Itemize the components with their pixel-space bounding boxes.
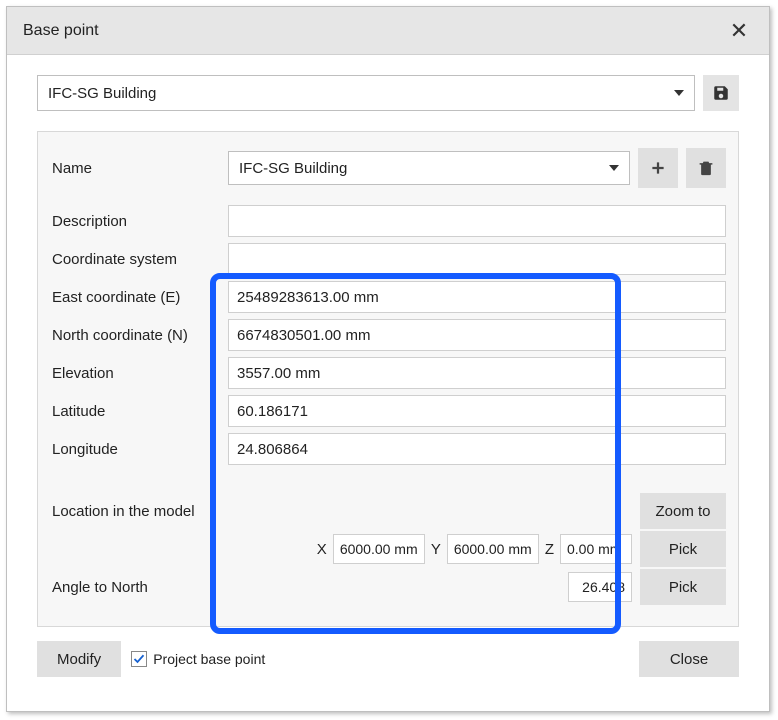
save-button[interactable] [703, 75, 739, 111]
x-label: X [317, 541, 327, 558]
save-icon [712, 84, 730, 102]
longitude-label: Longitude [50, 441, 220, 458]
longitude-input[interactable]: 24.806864 [228, 433, 726, 465]
name-select[interactable]: IFC-SG Building [228, 151, 630, 185]
form-panel: Name IFC-SG Building Description Coordin… [37, 131, 739, 627]
location-label: Location in the model [50, 503, 220, 520]
modify-button[interactable]: Modify [37, 641, 121, 677]
window-title: Base point [23, 22, 99, 40]
checkbox-label: Project base point [153, 651, 265, 667]
z-label: Z [545, 541, 554, 558]
north-label: North coordinate (N) [50, 327, 220, 344]
preset-select[interactable]: IFC-SG Building [37, 75, 695, 111]
latitude-input[interactable]: 60.186171 [228, 395, 726, 427]
z-input[interactable]: 0.00 mm [560, 534, 632, 564]
chevron-down-icon [674, 90, 684, 96]
plus-icon [649, 159, 667, 177]
name-select-value: IFC-SG Building [239, 160, 347, 177]
pick-location-button[interactable]: Pick [640, 531, 726, 567]
chevron-down-icon [609, 165, 619, 171]
x-input[interactable]: 6000.00 mm [333, 534, 425, 564]
north-input[interactable]: 6674830501.00 mm [228, 319, 726, 351]
description-input[interactable] [228, 205, 726, 237]
delete-button[interactable] [686, 148, 726, 188]
add-button[interactable] [638, 148, 678, 188]
coord-system-input[interactable] [228, 243, 726, 275]
name-label: Name [50, 160, 220, 177]
pick-angle-button[interactable]: Pick [640, 569, 726, 605]
trash-icon [697, 159, 715, 177]
zoom-to-button[interactable]: Zoom to [640, 493, 726, 529]
dialog-buttons: Modify Project base point Close [7, 627, 769, 691]
elevation-label: Elevation [50, 365, 220, 382]
preset-row: IFC-SG Building [7, 55, 769, 121]
xyz-row: X 6000.00 mm Y 6000.00 mm Z 0.00 mm [228, 534, 632, 564]
description-label: Description [50, 213, 220, 230]
elevation-input[interactable]: 3557.00 mm [228, 357, 726, 389]
angle-input[interactable]: 26.408 [568, 572, 632, 602]
preset-select-value: IFC-SG Building [48, 85, 156, 102]
coord-system-label: Coordinate system [50, 251, 220, 268]
east-label: East coordinate (E) [50, 289, 220, 306]
project-base-point-checkbox[interactable]: Project base point [131, 651, 265, 667]
y-input[interactable]: 6000.00 mm [447, 534, 539, 564]
angle-label: Angle to North [50, 579, 220, 596]
close-button[interactable]: Close [639, 641, 739, 677]
close-icon[interactable]: ✕ [725, 18, 753, 44]
latitude-label: Latitude [50, 403, 220, 420]
east-input[interactable]: 25489283613.00 mm [228, 281, 726, 313]
y-label: Y [431, 541, 441, 558]
titlebar: Base point ✕ [7, 7, 769, 55]
checkbox-icon [131, 651, 147, 667]
base-point-dialog: Base point ✕ IFC-SG Building Name IFC-SG… [6, 6, 770, 712]
